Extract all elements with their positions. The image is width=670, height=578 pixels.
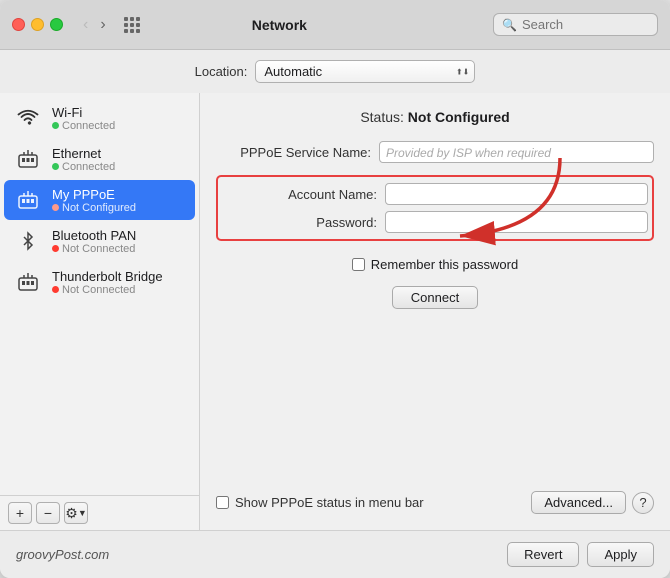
thunderbolt-icon xyxy=(14,268,42,296)
pppoe-status-dot xyxy=(52,204,59,211)
traffic-lights xyxy=(12,18,63,31)
pppoe-service-row: PPPoE Service Name: xyxy=(216,141,654,163)
ethernet-icon xyxy=(14,145,42,173)
minimize-button[interactable] xyxy=(31,18,44,31)
pppoe-status: Not Configured xyxy=(52,202,136,214)
location-label: Location: xyxy=(195,64,248,79)
password-label: Password: xyxy=(222,215,377,230)
apply-button[interactable]: Apply xyxy=(587,542,654,567)
ethernet-name: Ethernet xyxy=(52,146,115,161)
back-arrow[interactable]: ‹ xyxy=(79,15,92,35)
thunderbolt-item-text: Thunderbolt Bridge Not Connected xyxy=(52,269,163,296)
password-input[interactable] xyxy=(385,211,648,233)
sidebar-list: Wi-Fi Connected xyxy=(0,93,199,495)
bluetooth-name: Bluetooth PAN xyxy=(52,228,136,243)
sidebar-item-pppoe[interactable]: My PPPoE Not Configured xyxy=(4,180,195,220)
ethernet-status: Connected xyxy=(52,161,115,173)
bottom-area: Show PPPoE status in menu bar Advanced..… xyxy=(216,491,654,514)
show-menubar-label[interactable]: Show PPPoE status in menu bar xyxy=(235,495,424,510)
status-value: Not Configured xyxy=(408,109,510,125)
pppoe-service-input[interactable] xyxy=(379,141,654,163)
sidebar-item-thunderbolt[interactable]: Thunderbolt Bridge Not Connected xyxy=(4,262,195,302)
ethernet-item-text: Ethernet Connected xyxy=(52,146,115,173)
account-name-row: Account Name: xyxy=(222,183,648,205)
pppoe-icon xyxy=(14,186,42,214)
sidebar-toolbar: + − ⚙ ▼ xyxy=(0,495,199,530)
location-select-wrapper: Automatic xyxy=(255,60,475,83)
bluetooth-icon xyxy=(14,227,42,255)
sidebar-item-bluetooth[interactable]: Bluetooth PAN Not Connected xyxy=(4,221,195,261)
pppoe-service-label: PPPoE Service Name: xyxy=(216,145,371,160)
thunderbolt-status: Not Connected xyxy=(52,284,163,296)
thunderbolt-status-dot xyxy=(52,286,59,293)
main-content: Wi-Fi Connected xyxy=(0,93,670,530)
window-title: Network xyxy=(154,17,405,33)
remember-password-row: Remember this password xyxy=(216,257,654,272)
thunderbolt-name: Thunderbolt Bridge xyxy=(52,269,163,284)
account-name-input[interactable] xyxy=(385,183,648,205)
search-input[interactable] xyxy=(522,17,642,32)
remember-password-label[interactable]: Remember this password xyxy=(371,257,518,272)
footer: groovyPost.com Revert Apply xyxy=(0,530,670,578)
network-preferences-window: ‹ › Network 🔍 Location: Automatic xyxy=(0,0,670,578)
status-area: Status: Not Configured xyxy=(216,109,654,129)
account-name-label: Account Name: xyxy=(222,187,377,202)
search-icon: 🔍 xyxy=(502,18,517,32)
wifi-name: Wi-Fi xyxy=(52,105,115,120)
show-menubar-row: Show PPPoE status in menu bar Advanced..… xyxy=(216,491,654,514)
connect-button[interactable]: Connect xyxy=(392,286,478,309)
wifi-status-dot xyxy=(52,122,59,129)
advanced-button[interactable]: Advanced... xyxy=(531,491,626,514)
remember-password-checkbox[interactable] xyxy=(352,258,365,271)
credentials-group: Account Name: Password: xyxy=(216,175,654,241)
location-bar: Location: Automatic xyxy=(0,50,670,93)
search-bar[interactable]: 🔍 xyxy=(493,13,658,36)
ethernet-status-dot xyxy=(52,163,59,170)
maximize-button[interactable] xyxy=(50,18,63,31)
wifi-icon xyxy=(14,104,42,132)
pppoe-item-text: My PPPoE Not Configured xyxy=(52,187,136,214)
chevron-down-icon: ▼ xyxy=(78,508,87,518)
password-row: Password: xyxy=(222,211,648,233)
sidebar: Wi-Fi Connected xyxy=(0,93,200,530)
connect-row: Connect xyxy=(216,286,654,309)
sidebar-item-wifi[interactable]: Wi-Fi Connected xyxy=(4,98,195,138)
help-button[interactable]: ? xyxy=(632,492,654,514)
bluetooth-item-text: Bluetooth PAN Not Connected xyxy=(52,228,136,255)
forward-arrow[interactable]: › xyxy=(96,15,109,35)
wifi-item-text: Wi-Fi Connected xyxy=(52,105,115,132)
close-button[interactable] xyxy=(12,18,25,31)
settings-icon: ⚙ xyxy=(65,505,78,522)
settings-button[interactable]: ⚙ ▼ xyxy=(64,502,88,524)
titlebar: ‹ › Network 🔍 xyxy=(0,0,670,50)
remove-network-button[interactable]: − xyxy=(36,502,60,524)
pppoe-name: My PPPoE xyxy=(52,187,136,202)
location-select[interactable]: Automatic xyxy=(255,60,475,83)
status-label: Status: xyxy=(360,109,404,125)
footer-buttons: Revert Apply xyxy=(507,542,654,567)
add-network-button[interactable]: + xyxy=(8,502,32,524)
bluetooth-status-dot xyxy=(52,245,59,252)
nav-arrows: ‹ › xyxy=(79,15,110,35)
watermark: groovyPost.com xyxy=(16,547,109,562)
wifi-status: Connected xyxy=(52,120,115,132)
revert-button[interactable]: Revert xyxy=(507,542,579,567)
advanced-help-area: Advanced... ? xyxy=(531,491,654,514)
show-menubar-checkbox[interactable] xyxy=(216,496,229,509)
right-panel: Status: Not Configured PPPoE Service Nam… xyxy=(200,93,670,530)
bluetooth-status: Not Connected xyxy=(52,243,136,255)
sidebar-item-ethernet[interactable]: Ethernet Connected xyxy=(4,139,195,179)
grid-icon[interactable] xyxy=(124,17,140,33)
